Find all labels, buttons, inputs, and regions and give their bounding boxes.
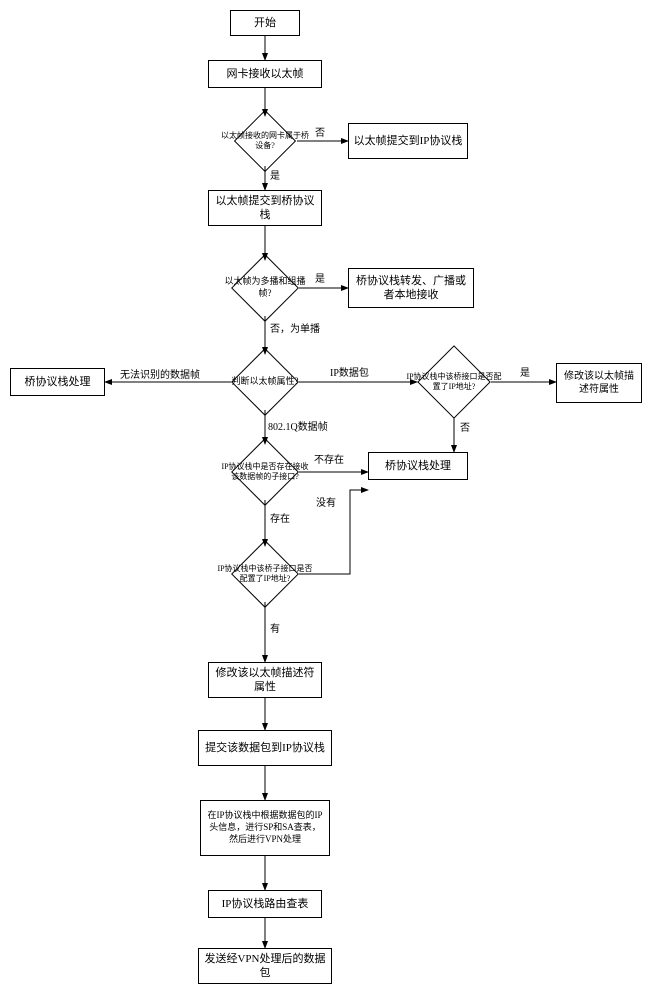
edge-no2: 否，为单播 <box>270 324 320 336</box>
node-vpn: 在IP协议栈中根据数据包的IP头信息，进行SP和SA查表，然后进行VPN处理 <box>200 800 330 856</box>
node-bcast: 桥协议栈转发、广播或者本地接收 <box>348 268 474 308</box>
node-send: 发送经VPN处理后的数据包 <box>198 948 332 984</box>
node-label: 开始 <box>254 16 276 30</box>
edge-yes1: 是 <box>270 171 280 183</box>
node-start: 开始 <box>230 10 300 36</box>
node-route: IP协议栈路由查表 <box>208 890 322 918</box>
node-label: 修改该以太帧描述符属性 <box>213 666 317 695</box>
node-recv: 网卡接收以太帧 <box>208 60 322 88</box>
node-submitip: 提交该数据包到IP协议栈 <box>198 730 332 766</box>
edge-no4: 否 <box>460 423 470 435</box>
edge-exist: 存在 <box>270 514 290 526</box>
edge-no1: 否 <box>315 128 325 140</box>
node-toip: 以太帧提交到IP协议栈 <box>348 123 468 159</box>
node-d1 <box>234 110 296 172</box>
flowchart-canvas: 开始 网卡接收以太帧 以太帧提交到IP协议栈 以太帧提交到桥协议栈 桥协议栈转发… <box>10 10 645 990</box>
node-d3 <box>231 348 299 416</box>
node-d6 <box>231 540 299 608</box>
node-tobridge: 以太帧提交到桥协议栈 <box>208 190 322 226</box>
node-label: 以太帧提交到桥协议栈 <box>213 194 317 223</box>
edge-yes2: 是 <box>315 274 325 286</box>
node-label: 发送经VPN处理后的数据包 <box>203 952 327 981</box>
node-mod-right: 修改该以太帧描述符属性 <box>556 363 642 403</box>
edge-no6: 没有 <box>316 498 336 510</box>
node-d5 <box>231 438 299 506</box>
node-d2 <box>231 254 299 322</box>
edge-yes4: 是 <box>520 368 530 380</box>
node-bproc-left: 桥协议栈处理 <box>10 368 105 396</box>
node-label: IP协议栈路由查表 <box>222 897 309 911</box>
edge-q8021: 802.1Q数据帧 <box>268 422 328 434</box>
node-label: 在IP协议栈中根据数据包的IP头信息，进行SP和SA查表，然后进行VPN处理 <box>205 810 325 845</box>
node-label: 网卡接收以太帧 <box>227 67 304 81</box>
node-label: 桥协议栈处理 <box>385 459 451 473</box>
edge-unrec: 无法识别的数据帧 <box>120 370 200 382</box>
edge-yes6: 有 <box>270 624 280 636</box>
node-mod-left: 修改该以太帧描述符属性 <box>208 662 322 698</box>
node-label: 提交该数据包到IP协议栈 <box>205 741 325 755</box>
node-label: 以太帧提交到IP协议栈 <box>354 134 463 148</box>
edge-nexist: 不存在 <box>314 455 344 467</box>
node-label: 修改该以太帧描述符属性 <box>561 370 637 396</box>
edge-ipd: IP数据包 <box>330 368 369 380</box>
node-label: 桥协议栈转发、广播或者本地接收 <box>353 274 469 303</box>
node-bproc-mid: 桥协议栈处理 <box>368 452 468 480</box>
node-label: 桥协议栈处理 <box>25 375 91 389</box>
node-d4 <box>417 345 491 419</box>
